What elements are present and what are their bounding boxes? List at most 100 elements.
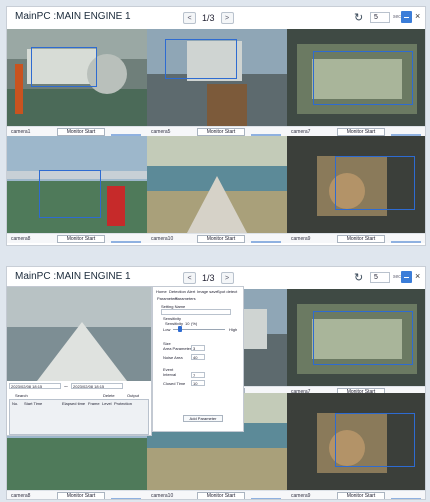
interval-unit: sec (393, 274, 401, 280)
camera-label: camera5 (151, 129, 171, 135)
col-header: Protection (114, 401, 133, 406)
closed-time-label: Closed Time (163, 381, 186, 386)
camera-cell: camera8 Monitor Start (7, 136, 147, 243)
closed-time-input[interactable]: 10 (191, 380, 205, 386)
refresh-icon[interactable]: ↻ (354, 11, 363, 24)
detection-box (39, 170, 101, 218)
col-header: Elapsed time (62, 401, 86, 406)
date-to-input[interactable]: 2023/02/08 18:15 (71, 383, 123, 389)
monitor-start-button[interactable]: Monitor Start (197, 235, 245, 243)
title-bar: MainPC :MAIN ENGINE 1 < 1/3 > ↻ 5 sec × (7, 7, 425, 29)
monitor-start-button[interactable]: Monitor Start (197, 128, 245, 136)
progress-bar (391, 241, 421, 243)
closed-time-value: 10 (193, 381, 198, 386)
camera-window-top: MainPC :MAIN ENGINE 1 < 1/3 > ↻ 5 sec × (6, 6, 426, 246)
camera-feed (287, 393, 425, 490)
detection-box (31, 47, 97, 87)
monitor-start-button[interactable]: Monitor Start (337, 128, 385, 136)
tab-alert[interactable]: Alert (187, 289, 195, 294)
progress-bar (251, 498, 281, 499)
pager: < 1/3 > (183, 11, 234, 25)
camera-footer: camera8 Monitor Start (7, 490, 147, 499)
interval-stepper[interactable]: 5 (370, 12, 390, 23)
detection-box (335, 156, 415, 210)
camera-label: camera7 (291, 129, 311, 135)
interval-input[interactable]: 7 (191, 372, 205, 378)
progress-bar (251, 241, 281, 243)
low-label: Low (163, 327, 171, 332)
camera-footer: camera10 Monitor Start (147, 490, 287, 499)
area-param-input[interactable]: 3 (191, 345, 205, 351)
prev-page-button[interactable]: < (183, 272, 196, 284)
detection-settings-dialog: Home Detection Alert Image save Spot det… (152, 286, 244, 432)
progress-bar (111, 241, 141, 243)
monitor-start-button[interactable]: Monitor Start (197, 492, 245, 499)
camera-label: camera9 (291, 493, 311, 499)
detection-box (165, 39, 237, 79)
window-title: MainPC :MAIN ENGINE 1 (15, 11, 131, 22)
setting-name-input[interactable] (161, 309, 231, 315)
col-header: Frame (88, 401, 100, 406)
date-to-value: 2023/02/08 18:15 (73, 384, 105, 389)
camera-footer: camera7 Monitor Start (287, 126, 425, 136)
sensitivity-pct: (%) (191, 321, 198, 326)
window-title: MainPC :MAIN ENGINE 1 (15, 271, 131, 282)
col-header: No. (12, 401, 19, 406)
progress-bar (111, 498, 141, 499)
interval-unit: sec (393, 14, 401, 20)
camera-cell: camera5 Monitor Start (147, 29, 287, 136)
progress-bar (391, 498, 421, 499)
tab-home[interactable]: Home (156, 289, 167, 294)
close-button[interactable]: × (415, 271, 420, 281)
pager: < 1/3 > (183, 271, 234, 285)
interval-stepper[interactable]: 5 (370, 272, 390, 283)
next-page-button[interactable]: > (220, 12, 234, 24)
tab-spot-detect[interactable]: Spot detect (217, 289, 237, 294)
camera-feed (147, 136, 287, 233)
monitor-start-button[interactable]: Monitor Start (337, 235, 385, 243)
event-search-panel: 2023/02/08 18:15 ～ 2023/02/08 18:15 Sear… (6, 286, 152, 436)
noise-area-value: 40 (193, 355, 198, 360)
camera-label: camera8 (11, 236, 31, 242)
camera-cell: camera10 Monitor Start (147, 136, 287, 243)
monitor-start-button[interactable]: Monitor Start (57, 492, 105, 499)
camera-cell: camera9 Monitor Start (287, 136, 425, 243)
output-button[interactable]: Output (127, 393, 139, 398)
camera-label: camera1 (11, 129, 31, 135)
monitor-start-button[interactable]: Monitor Start (57, 128, 105, 136)
detection-box (313, 51, 413, 105)
add-parameter-button[interactable]: Add Parameter (183, 415, 223, 422)
sensitivity-slider-thumb[interactable] (178, 326, 182, 332)
search-button[interactable]: Search (15, 393, 28, 398)
noise-area-input[interactable]: 40 (191, 354, 205, 360)
monitor-start-button[interactable]: Monitor Start (337, 492, 385, 499)
minimize-button[interactable] (401, 11, 412, 23)
event-table: No. Start Time Elapsed time Frame Level … (9, 399, 149, 435)
area-param-value: 3 (193, 346, 196, 351)
camera-footer: camera5 Monitor Start (147, 126, 287, 136)
date-from-input[interactable]: 2023/02/08 18:15 (9, 383, 61, 389)
refresh-icon[interactable]: ↻ (354, 271, 363, 284)
delete-button[interactable]: Delete (103, 393, 115, 398)
camera-cell: camera7 Monitor Start (287, 289, 425, 396)
col-header: Level (102, 401, 112, 406)
camera-cell: camera9 Monitor Start (287, 393, 425, 499)
monitor-start-button[interactable]: Monitor Start (57, 235, 105, 243)
camera-feed (287, 136, 425, 233)
subtab-parameters-2[interactable]: Parameters (175, 296, 196, 301)
close-button[interactable]: × (415, 11, 420, 21)
area-param-label: Area Parameter (163, 346, 192, 351)
interval-label: Interval (163, 372, 177, 377)
camera-feed (7, 136, 147, 233)
camera-feed (147, 29, 287, 126)
minimize-button[interactable] (401, 271, 412, 283)
tab-detection[interactable]: Detection (169, 289, 186, 294)
tab-image-save[interactable]: Image save (197, 289, 218, 294)
next-page-button[interactable]: > (220, 272, 234, 284)
detection-box (335, 413, 415, 467)
camera-feed (287, 29, 425, 126)
camera-label: camera8 (11, 493, 31, 499)
col-header: Start Time (24, 401, 43, 406)
camera-footer: camera8 Monitor Start (7, 233, 147, 243)
prev-page-button[interactable]: < (183, 12, 196, 24)
